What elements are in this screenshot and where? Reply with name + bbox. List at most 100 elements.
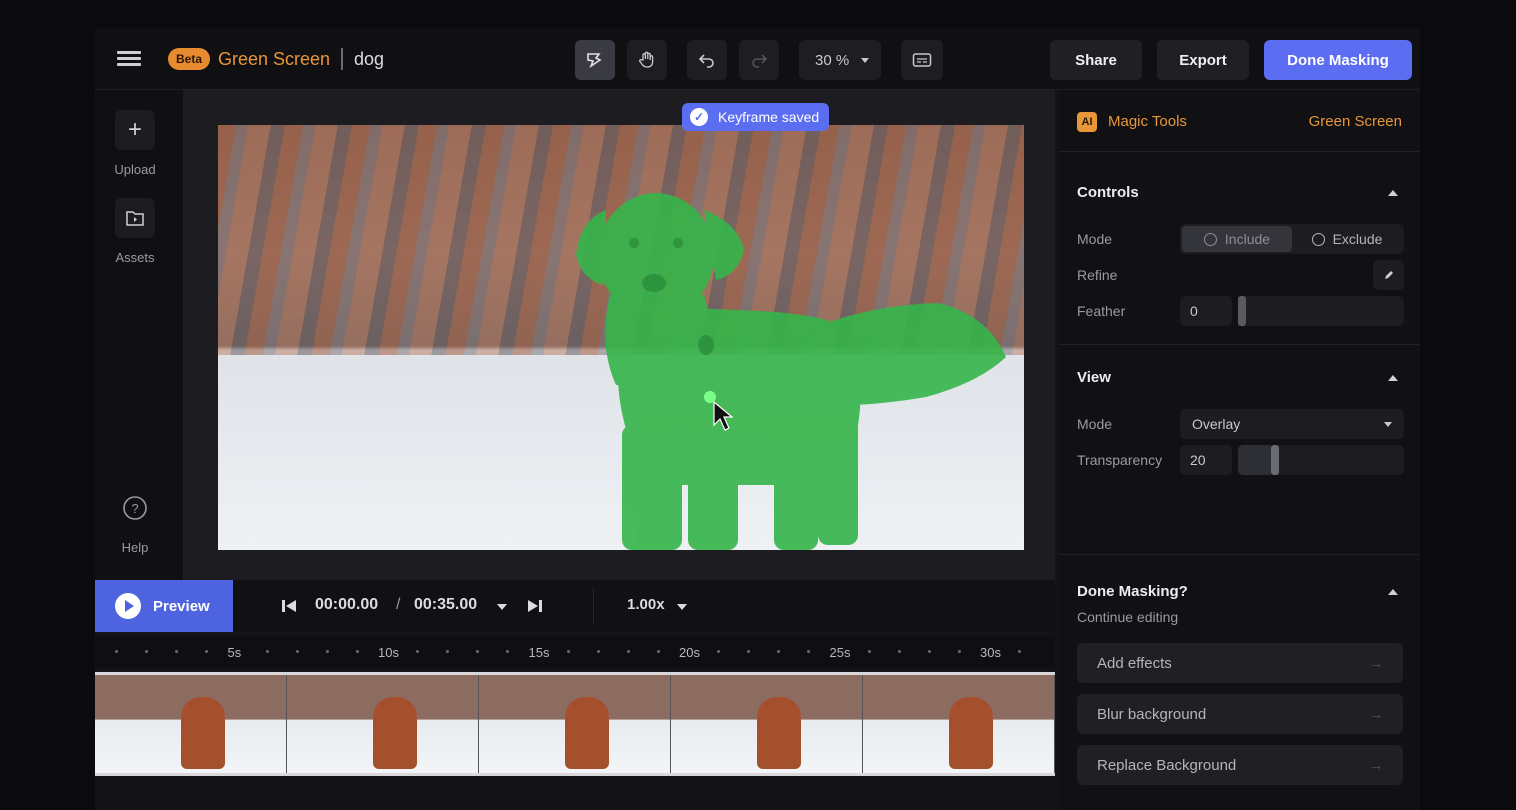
check-icon: ✓ xyxy=(690,108,708,126)
blur-background-label: Blur background xyxy=(1097,705,1207,723)
undo-button[interactable] xyxy=(687,40,727,80)
include-option[interactable]: Include xyxy=(1182,226,1292,252)
include-circle-icon xyxy=(1203,232,1217,246)
done-masking-section: Done Masking? Continue editing Add effec… xyxy=(1059,555,1420,810)
feather-slider[interactable] xyxy=(1238,296,1404,326)
refine-button[interactable] xyxy=(1373,260,1404,290)
exclude-option[interactable]: Exclude xyxy=(1292,226,1402,252)
title-divider xyxy=(341,48,343,70)
hamburger-menu-icon[interactable] xyxy=(117,48,141,70)
playback-bar: Preview 00:00.00 / 00:35.00 1.00x xyxy=(95,580,1055,632)
timeline-tick xyxy=(777,650,781,653)
feather-label: Feather xyxy=(1077,303,1126,319)
mask-point[interactable] xyxy=(704,391,716,403)
timeline-time-label: 10s xyxy=(378,645,399,660)
transparency-slider-thumb[interactable] xyxy=(1271,445,1280,475)
arrow-right-icon: → xyxy=(1369,757,1383,773)
view-mode-select[interactable]: Overlay xyxy=(1180,409,1404,439)
hand-pan-tool-button[interactable] xyxy=(627,40,667,80)
add-effects-button[interactable]: Add effects → xyxy=(1077,643,1403,683)
file-name[interactable]: dog xyxy=(354,48,384,70)
upload-nav-item[interactable]: + Upload xyxy=(113,110,157,177)
help-label: Help xyxy=(121,540,149,555)
skip-to-start-icon[interactable] xyxy=(281,598,297,614)
view-section: View Mode Overlay Transparency 20 xyxy=(1059,345,1420,555)
timeline-tick xyxy=(897,650,901,653)
dog-thumbnail xyxy=(372,697,417,769)
time-chevron-down-icon[interactable] xyxy=(497,604,507,610)
video-stage xyxy=(183,90,1055,580)
timeline-tick xyxy=(506,650,510,653)
svg-text:?: ? xyxy=(131,501,138,516)
share-button[interactable]: Share xyxy=(1050,40,1142,80)
chevron-down-icon xyxy=(861,57,869,63)
done-masking-title: Done Masking? xyxy=(1077,583,1188,600)
keyframe-saved-toast: ✓ Keyframe saved xyxy=(682,103,830,131)
zoom-select[interactable]: 30 % xyxy=(799,40,881,80)
controls-title: Controls xyxy=(1077,184,1139,201)
filmstrip-frame xyxy=(671,675,863,773)
captions-icon xyxy=(912,53,932,67)
exclude-circle-icon xyxy=(1311,232,1325,246)
magic-tools-label[interactable]: Magic Tools xyxy=(1108,113,1187,130)
feather-input[interactable]: 0 xyxy=(1180,296,1232,326)
top-bar: Beta Green Screen dog 30 % Share Export … xyxy=(95,28,1420,90)
filmstrip-frame xyxy=(95,675,287,773)
redo-button[interactable] xyxy=(739,40,779,80)
collapse-view-icon[interactable] xyxy=(1388,375,1398,381)
timeline-time-label: 5s xyxy=(227,645,242,660)
timeline-tick xyxy=(145,650,149,653)
timeline-tick xyxy=(927,650,931,653)
exclude-label: Exclude xyxy=(1332,231,1383,247)
right-panel: AI Magic Tools Green Screen Controls Mod… xyxy=(1059,90,1420,810)
done-masking-button[interactable]: Done Masking xyxy=(1264,40,1412,80)
help-icon: ? xyxy=(115,488,155,528)
refine-label: Refine xyxy=(1077,267,1118,283)
export-button[interactable]: Export xyxy=(1157,40,1249,80)
captions-toggle-button[interactable] xyxy=(901,40,943,80)
current-time: 00:00.00 xyxy=(315,596,379,613)
speed-chevron-down-icon[interactable] xyxy=(677,604,687,610)
continue-editing-link[interactable]: Continue editing xyxy=(1077,609,1178,625)
timeline-time-label: 20s xyxy=(679,645,700,660)
timeline-tick xyxy=(747,650,751,653)
mode-segmented-control: Include Exclude xyxy=(1180,224,1404,254)
include-label: Include xyxy=(1224,231,1271,247)
mask-brush-tool-button[interactable] xyxy=(575,40,615,80)
blur-background-button[interactable]: Blur background → xyxy=(1077,694,1403,734)
dog-thumbnail xyxy=(948,697,993,769)
transparency-input[interactable]: 20 xyxy=(1180,445,1232,475)
transparency-slider[interactable] xyxy=(1238,445,1404,475)
timeline-time-label: 15s xyxy=(528,645,550,660)
view-title: View xyxy=(1077,369,1111,386)
beta-badge: Beta xyxy=(168,48,211,70)
filmstrip-frame xyxy=(863,675,1055,773)
preview-button[interactable]: Preview xyxy=(95,580,233,632)
folder-icon xyxy=(115,198,155,238)
mask-brush-icon xyxy=(587,53,602,69)
filmstrip-frame xyxy=(479,675,671,773)
feather-slider-thumb[interactable] xyxy=(1238,296,1246,326)
timeline-tick xyxy=(807,650,811,653)
collapse-controls-icon[interactable] xyxy=(1388,190,1398,196)
assets-nav-item[interactable]: Assets xyxy=(113,198,157,265)
video-canvas[interactable] xyxy=(218,125,1024,550)
collapse-done-icon[interactable] xyxy=(1388,589,1398,595)
transparency-label: Transparency xyxy=(1077,452,1163,468)
timeline-filmstrip[interactable] xyxy=(95,672,1055,776)
timeline-tick xyxy=(446,650,450,653)
skip-to-end-icon[interactable] xyxy=(527,598,543,614)
view-mode-label: Mode xyxy=(1077,416,1113,432)
timeline-tick xyxy=(175,650,179,653)
redo-icon xyxy=(752,54,768,68)
help-nav-item[interactable]: ? Help xyxy=(113,488,157,555)
assets-label: Assets xyxy=(115,250,155,265)
panel-header: AI Magic Tools Green Screen xyxy=(1059,90,1420,152)
timeline-tick xyxy=(596,650,600,653)
timeline-tick xyxy=(115,650,119,653)
playback-speed[interactable]: 1.00x xyxy=(627,596,665,613)
timeline-ruler[interactable]: 5s 10s 15s 20s 25s 30s xyxy=(95,636,1055,668)
dog-thumbnail xyxy=(756,697,801,769)
transparency-slider-fill xyxy=(1238,445,1272,475)
replace-background-button[interactable]: Replace Background → xyxy=(1077,745,1403,785)
